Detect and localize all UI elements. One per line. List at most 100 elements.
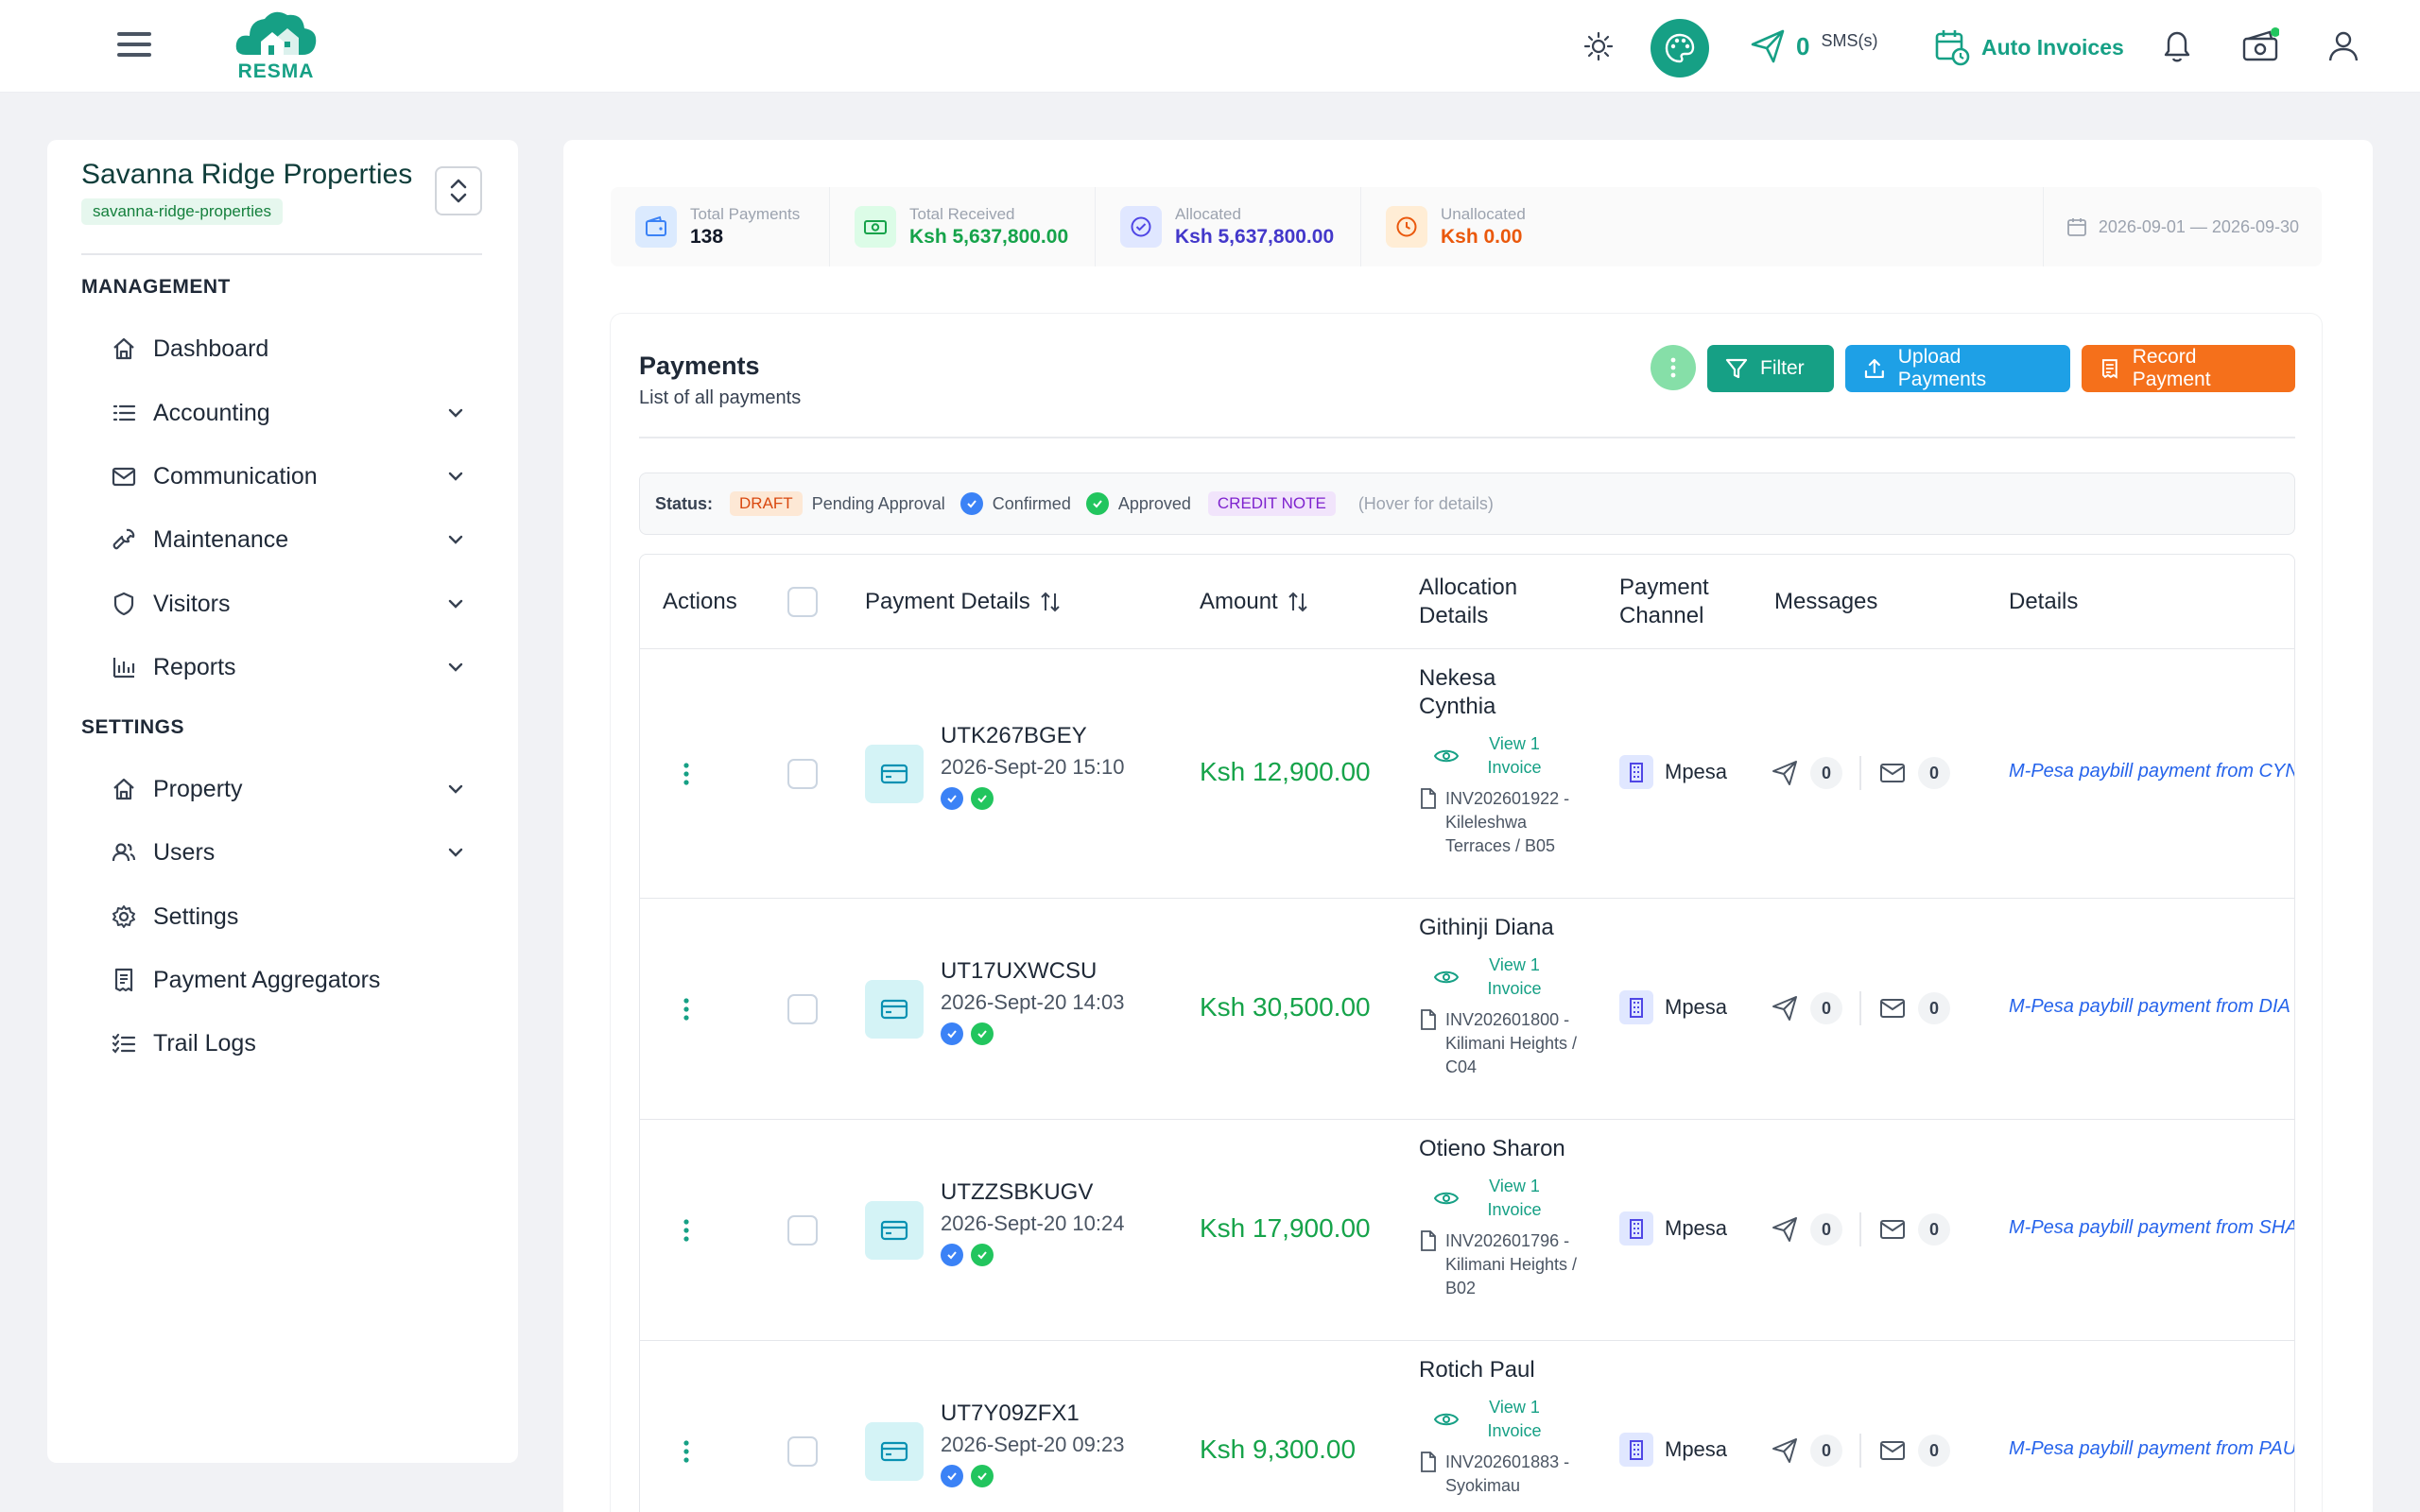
invoice-reference: INV202601800 - Kilimani Heights / C04 [1445, 1010, 1578, 1076]
allocation-details: Otieno Sharon View 1 Invoice INV20260179… [1419, 1135, 1608, 1300]
sun-icon [1583, 31, 1614, 61]
sms-count: 0 [1796, 31, 1810, 60]
clock-icon [1386, 206, 1427, 248]
allocation-details: Rotich Paul View 1 Invoice INV202601883 … [1419, 1356, 1608, 1498]
row-checkbox[interactable] [787, 759, 818, 789]
tenant-name: Githinji Diana [1419, 915, 1554, 940]
row-actions-button[interactable] [672, 1433, 700, 1470]
invoice-reference: INV202601922 - Kileleshwa Terraces / B05 [1445, 789, 1570, 855]
filter-button[interactable]: Filter [1707, 345, 1834, 392]
payments-table: Actions Payment Details Amount Allocatio… [639, 554, 2295, 1512]
channel-name: Mpesa [1665, 1437, 1728, 1461]
sidebar-item-accounting[interactable]: Accounting [108, 391, 467, 435]
chevron-down-icon [444, 656, 467, 679]
record-payment-button[interactable]: Record Payment [2082, 345, 2295, 392]
sort-icon [1288, 592, 1307, 612]
payment-channel: Mpesa [1619, 1433, 1727, 1467]
more-actions-button[interactable] [1651, 345, 1696, 390]
view-invoice-link[interactable]: View 1 Invoice [1419, 1396, 1608, 1443]
allocation-details: Githinji Diana View 1 Invoice INV2026018… [1419, 914, 1608, 1079]
sidebar-item-dashboard[interactable]: Dashboard [108, 327, 467, 370]
send-icon[interactable] [1771, 1436, 1799, 1465]
payment-reference: UTZZSBKUGV [941, 1179, 1094, 1205]
theme-toggle-button[interactable] [1577, 25, 1620, 68]
upload-payments-button[interactable]: Upload Payments [1845, 345, 2070, 392]
user-profile-button[interactable] [2322, 25, 2365, 68]
row-actions-button[interactable] [672, 1211, 700, 1249]
page-title: Payments [639, 352, 760, 380]
sidebar-item-property[interactable]: Property [108, 767, 467, 811]
stat-allocated: Allocated Ksh 5,637,800.00 [1096, 187, 1361, 266]
send-icon[interactable] [1771, 994, 1799, 1022]
mail-icon[interactable] [1878, 1438, 1907, 1463]
sidebar-item-label: Accounting [153, 399, 270, 426]
payment-channel: Mpesa [1619, 1211, 1727, 1246]
payment-description: M-Pesa paybill payment from PAU [2009, 1438, 2295, 1459]
stat-unallocated: Unallocated Ksh 0.00 [1361, 187, 1586, 266]
view-invoice-link[interactable]: View 1 Invoice [1419, 954, 1608, 1001]
sidebar-item-reports[interactable]: Reports [108, 645, 467, 689]
channel-name: Mpesa [1665, 1216, 1728, 1240]
row-actions-button[interactable] [672, 755, 700, 793]
sidebar-item-visitors[interactable]: Visitors [108, 582, 467, 626]
table-row[interactable]: UTK267BGEY 2026-Sept-20 15:10 Ksh 12,900… [640, 649, 2294, 899]
confirmed-check-icon [941, 1244, 963, 1266]
sms-balance[interactable]: 0 SMS(s) [1749, 23, 1877, 70]
theme-palette-button[interactable] [1651, 19, 1709, 77]
view-invoice-link[interactable]: View 1 Invoice [1419, 732, 1578, 780]
payments-shortcut-button[interactable] [2238, 25, 2282, 68]
email-count: 0 [1918, 757, 1950, 789]
mail-icon[interactable] [1878, 761, 1907, 785]
row-checkbox[interactable] [787, 1436, 818, 1467]
payment-description: M-Pesa paybill payment from SHA [2009, 1217, 2295, 1238]
property-switcher-button[interactable] [435, 166, 482, 215]
checklist-icon [108, 1027, 140, 1059]
payment-stats-bar: Total Payments 138 Total Received Ksh 5,… [611, 187, 2322, 266]
row-checkbox[interactable] [787, 994, 818, 1024]
th-payment-channel: Payment Channel [1619, 574, 1709, 630]
sidebar-item-communication[interactable]: Communication [108, 455, 467, 498]
send-icon[interactable] [1771, 759, 1799, 787]
th-amount[interactable]: Amount [1200, 588, 1310, 616]
building-icon [1619, 1211, 1653, 1246]
date-range-picker[interactable]: 2026-09-01 — 2026-09-30 [2042, 187, 2322, 266]
auto-invoices-button[interactable]: Auto Invoices [1934, 26, 2124, 68]
allocation-details: Nekesa Cynthia View 1 Invoice INV2026019… [1419, 664, 1578, 858]
menu-toggle-button[interactable] [117, 32, 151, 60]
sidebar-item-maintenance[interactable]: Maintenance [108, 518, 467, 561]
gear-icon [108, 901, 140, 933]
sidebar-item-settings[interactable]: Settings [108, 895, 467, 938]
filter-icon [1725, 358, 1748, 379]
view-invoice-link[interactable]: View 1 Invoice [1419, 1175, 1608, 1222]
row-actions-button[interactable] [672, 990, 700, 1028]
select-all-checkbox[interactable] [787, 587, 818, 617]
chevron-down-icon [444, 841, 467, 864]
row-checkbox[interactable] [787, 1215, 818, 1246]
table-row[interactable]: UTZZSBKUGV 2026-Sept-20 10:24 Ksh 17,900… [640, 1120, 2295, 1341]
confirmed-check-icon [959, 492, 983, 515]
bar-chart-icon [108, 651, 140, 683]
upload-icon [1864, 358, 1884, 379]
building-icon [1619, 1433, 1653, 1467]
management-heading: MANAGEMENT [81, 276, 231, 298]
sidebar-item-users[interactable]: Users [108, 831, 467, 874]
table-row[interactable]: UT7Y09ZFX1 2026-Sept-20 09:23 Ksh 9,300.… [640, 1341, 2295, 1512]
mail-icon[interactable] [1878, 1217, 1907, 1242]
sidebar-item-trail-logs[interactable]: Trail Logs [108, 1022, 467, 1065]
tenant-name: Otieno Sharon [1419, 1136, 1565, 1161]
card-payment-icon [865, 1422, 924, 1481]
notifications-button[interactable] [2155, 25, 2199, 68]
sms-count: 0 [1810, 1435, 1842, 1467]
send-icon[interactable] [1771, 1215, 1799, 1244]
document-icon [1421, 1009, 1436, 1030]
chevron-down-icon [444, 465, 467, 488]
th-payment-details[interactable]: Payment Details [865, 588, 1063, 616]
kebab-icon [683, 998, 689, 1021]
credit-note-badge: CREDIT NOTE [1207, 491, 1336, 516]
payment-reference: UT17UXWCSU [941, 958, 1098, 984]
resma-logo[interactable]: RESMA [233, 6, 320, 87]
filter-label: Filter [1760, 357, 1805, 379]
mail-icon[interactable] [1878, 996, 1907, 1021]
sidebar-item-payment-aggregators[interactable]: Payment Aggregators [108, 958, 467, 1002]
table-row[interactable]: UT17UXWCSU 2026-Sept-20 14:03 Ksh 30,500… [640, 899, 2294, 1120]
